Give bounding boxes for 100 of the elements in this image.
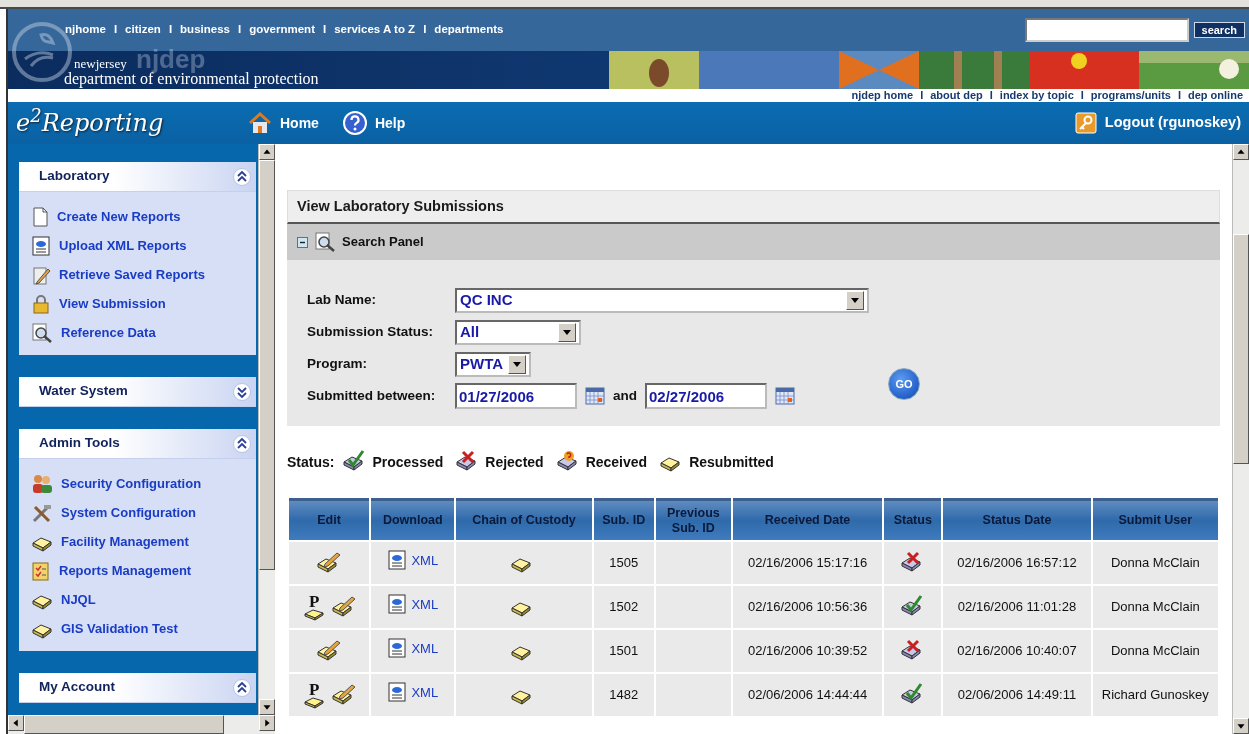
expand-icon[interactable] [232,381,252,402]
nav-separator: I [989,89,993,102]
sidebar-link[interactable]: System Configuration [31,498,256,527]
panel-header[interactable]: My Account [19,673,256,703]
column-header: Chain of Custody [456,498,592,540]
dropdown-field[interactable]: QC INC [455,287,869,313]
search-button[interactable]: search [1193,22,1245,38]
logout-link[interactable]: Logout (rgunoskey) [1074,112,1241,134]
scroll-left-button[interactable] [8,715,24,731]
page-title: View Laboratory Submissions [287,190,1220,224]
nav-link[interactable]: dep online [1188,89,1243,102]
collapse-icon[interactable] [232,166,252,187]
panel-header[interactable]: Water System [19,377,256,407]
people-icon [31,473,53,494]
nav-link[interactable]: about dep [930,89,983,102]
nav-separator: I [323,22,327,38]
checklist-icon [31,560,51,581]
table-cell: 1502 [593,586,654,628]
print-letter[interactable]: P [308,593,320,609]
sidebar-link[interactable]: GIS Validation Test [31,614,256,643]
field-label: Lab Name: [307,290,378,309]
home-icon[interactable] [248,112,272,134]
nav-link[interactable]: citizen [125,21,161,39]
nav-link[interactable]: government [249,21,315,39]
field-label: Submission Status: [307,322,434,341]
sidebar-link[interactable]: Reports Management [31,556,256,585]
nav-link[interactable]: business [180,21,230,39]
column-header: Edit [289,498,370,540]
nav-link[interactable]: services A to Z [334,21,416,39]
calendar-icon[interactable] [585,387,605,405]
tray-icon[interactable] [303,608,326,621]
panel-header[interactable]: Admin Tools [19,429,256,459]
sidebar-link[interactable]: NJQL [31,585,256,614]
document-icon [31,206,49,227]
scroll-up-button[interactable] [259,144,275,160]
panel-header[interactable]: Laboratory [19,162,256,192]
field-label: and [613,386,637,405]
table-cell: 1505 [593,542,654,584]
column-header: Download [371,498,455,540]
column-header: Status [884,498,942,540]
sidebar-link[interactable]: View Submission [31,289,256,318]
scrollbar-thumb[interactable] [1233,234,1249,464]
sidebar-link[interactable]: Security Configuration [31,469,256,498]
date-field[interactable]: 01/27/2006 [455,383,577,409]
scrollbar-thumb[interactable] [259,160,275,570]
nav-link[interactable]: Help [342,111,406,135]
caret-icon [562,328,572,336]
scrollbar[interactable] [1232,144,1249,734]
nav-link[interactable]: departments [434,21,504,39]
scroll-right-button[interactable] [259,715,275,731]
dropdown-field[interactable]: PWTA [455,351,531,377]
scroll-down-button[interactable] [1233,718,1249,734]
magnifier-icon [314,232,336,252]
edit-icon[interactable] [331,596,358,618]
caret-icon [512,360,522,368]
sidebar-link[interactable]: Facility Management [31,527,256,556]
scroll-up-button[interactable] [1233,144,1249,160]
collapse-icon[interactable] [297,236,308,248]
calendar-icon[interactable] [775,387,795,405]
table-cell: 02/16/2006 15:17:16 [732,542,883,584]
sidebar-link[interactable]: Create New Reports [31,202,256,231]
search-field[interactable] [1024,18,1189,42]
caret-icon [850,296,860,304]
nav-separator: I [1080,89,1084,102]
nav-separator: I [168,22,173,38]
collapse-icon[interactable] [232,677,252,698]
collapse-icon[interactable] [232,433,252,454]
table-cell: Richard Gunoskey [1092,674,1218,716]
scroll-down-button[interactable] [259,699,275,715]
nav-link[interactable]: njdep home [851,89,914,102]
tray-icon[interactable] [303,696,326,709]
nav-link[interactable]: njhome [65,21,106,39]
print-letter[interactable]: P [308,681,320,697]
xml-file-icon [387,594,408,615]
xml-file-icon [387,682,408,703]
nav-link[interactable]: index by topic [999,89,1074,102]
scrollbar[interactable] [8,715,275,734]
xml-file-icon [31,235,51,256]
table-cell: 02/06/2006 14:44:44 [732,674,883,716]
nav-link[interactable]: programs/units [1090,89,1171,102]
app-logo: e$^{2}$Reporting [16,105,165,139]
sidebar-link[interactable]: Reference Data [31,318,256,347]
scrollbar[interactable] [258,144,275,715]
edit-icon[interactable] [331,684,358,706]
dropdown-field[interactable]: All [455,319,581,345]
nav-separator: I [237,22,242,38]
column-header: Previous Sub. ID [655,498,731,540]
table-cell: Donna McClain [1092,586,1218,628]
column-header: Received Date [732,498,883,540]
help-icon[interactable] [342,111,367,135]
state-name: newjersey [74,58,127,70]
nav-link[interactable]: Home [248,112,319,134]
edit-icon[interactable] [316,640,343,662]
go-button[interactable]: GO [888,368,920,400]
date-field[interactable]: 02/27/2006 [645,383,767,409]
scrollbar-thumb[interactable] [24,715,224,734]
edit-icon[interactable] [316,552,343,574]
table-cell: 1482 [593,674,654,716]
sidebar-link[interactable]: Retrieve Saved Reports [31,260,256,289]
sidebar-link[interactable]: Upload XML Reports [31,231,256,260]
